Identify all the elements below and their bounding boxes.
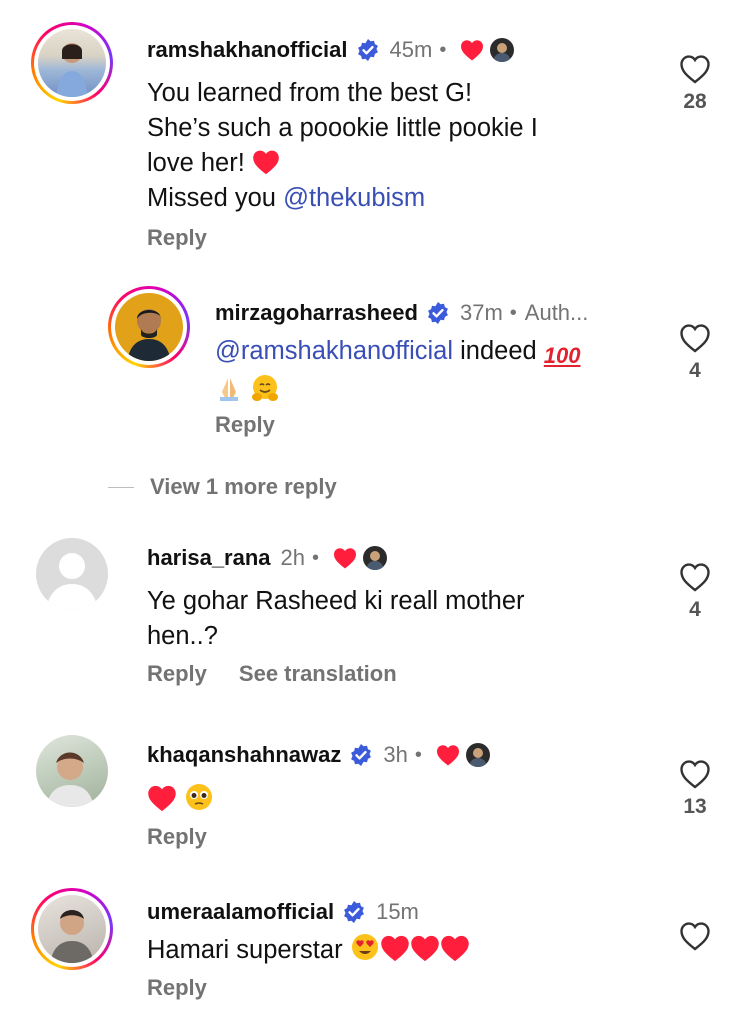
view-more-replies[interactable]: View 1 more reply <box>108 474 337 500</box>
like-count: 13 <box>683 795 707 818</box>
mention-link[interactable]: @thekubism <box>283 184 425 212</box>
separator-dot: • <box>312 546 320 569</box>
red-heart-emoji <box>252 149 280 175</box>
folded-hands-emoji <box>220 378 238 401</box>
like-heart-icon[interactable] <box>679 323 711 353</box>
username[interactable]: harisa_rana <box>147 545 271 571</box>
avatar[interactable] <box>36 735 108 807</box>
verified-badge-icon <box>342 900 366 924</box>
author-badge: Auth... <box>524 300 589 325</box>
heart-eyes-emoji <box>351 934 378 960</box>
avatar[interactable] <box>31 22 113 104</box>
red-heart-emoji <box>440 934 470 962</box>
avatar[interactable] <box>108 286 190 368</box>
comment-text: You learned from the best G! She’s such … <box>147 79 538 212</box>
like-heart-icon[interactable] <box>679 759 711 789</box>
timestamp: 3h <box>383 742 408 767</box>
like-heart-icon[interactable] <box>679 921 711 951</box>
reply-button[interactable]: Reply <box>215 412 275 438</box>
comment-text <box>147 782 214 818</box>
comment-text: Ye gohar Rasheed ki reall mother hen..? <box>147 587 525 650</box>
like-count: 4 <box>689 359 701 382</box>
timestamp: 2h <box>280 545 306 570</box>
timestamp: 45m <box>389 37 433 62</box>
like-count: 4 <box>689 598 701 621</box>
reply-button[interactable]: Reply <box>147 975 207 1001</box>
red-heart-emoji <box>410 934 440 962</box>
avatar[interactable] <box>31 888 113 970</box>
verified-badge-icon <box>356 38 380 62</box>
reply-button[interactable]: Reply <box>147 661 207 687</box>
see-translation-button[interactable]: See translation <box>239 661 397 687</box>
creator-avatar-icon <box>465 743 490 767</box>
divider-line <box>108 486 134 488</box>
hugging-face-emoji <box>252 375 279 401</box>
creator-liked-heart-icon <box>436 744 460 766</box>
separator-dot: • <box>439 38 447 61</box>
reply-button[interactable]: Reply <box>147 824 207 850</box>
comment-text: @ramshakhanofficial indeed 100 <box>215 334 581 409</box>
avatar[interactable] <box>36 538 108 610</box>
creator-avatar-icon <box>363 546 388 570</box>
timestamp: 37m <box>459 300 503 325</box>
username[interactable]: mirzagoharrasheed <box>215 300 418 326</box>
verified-badge-icon <box>349 743 373 767</box>
creator-avatar-icon <box>490 38 515 62</box>
separator-dot: • <box>414 743 422 766</box>
comment-text: Hamari superstar <box>147 932 470 968</box>
like-heart-icon[interactable] <box>679 562 711 592</box>
username[interactable]: khaqanshahnawaz <box>147 742 341 768</box>
comment-header: ramshakhanofficial 45m • <box>147 35 515 65</box>
separator-dot: • <box>509 301 517 324</box>
like-count: 28 <box>683 90 707 113</box>
reply-button[interactable]: Reply <box>147 225 207 251</box>
red-heart-emoji <box>380 934 410 962</box>
username[interactable]: umeraalamofficial <box>147 899 334 925</box>
pleading-face-emoji <box>186 784 213 810</box>
mention-link[interactable]: @ramshakhanofficial <box>215 337 453 365</box>
timestamp: 15m <box>376 899 419 924</box>
hundred-points-emoji: 100 <box>543 343 581 368</box>
creator-liked-heart-icon <box>333 547 357 569</box>
username[interactable]: ramshakhanofficial <box>147 37 348 63</box>
red-heart-emoji <box>147 784 177 812</box>
creator-liked-heart-icon <box>460 39 484 61</box>
verified-badge-icon <box>426 301 450 325</box>
like-heart-icon[interactable] <box>679 54 711 84</box>
